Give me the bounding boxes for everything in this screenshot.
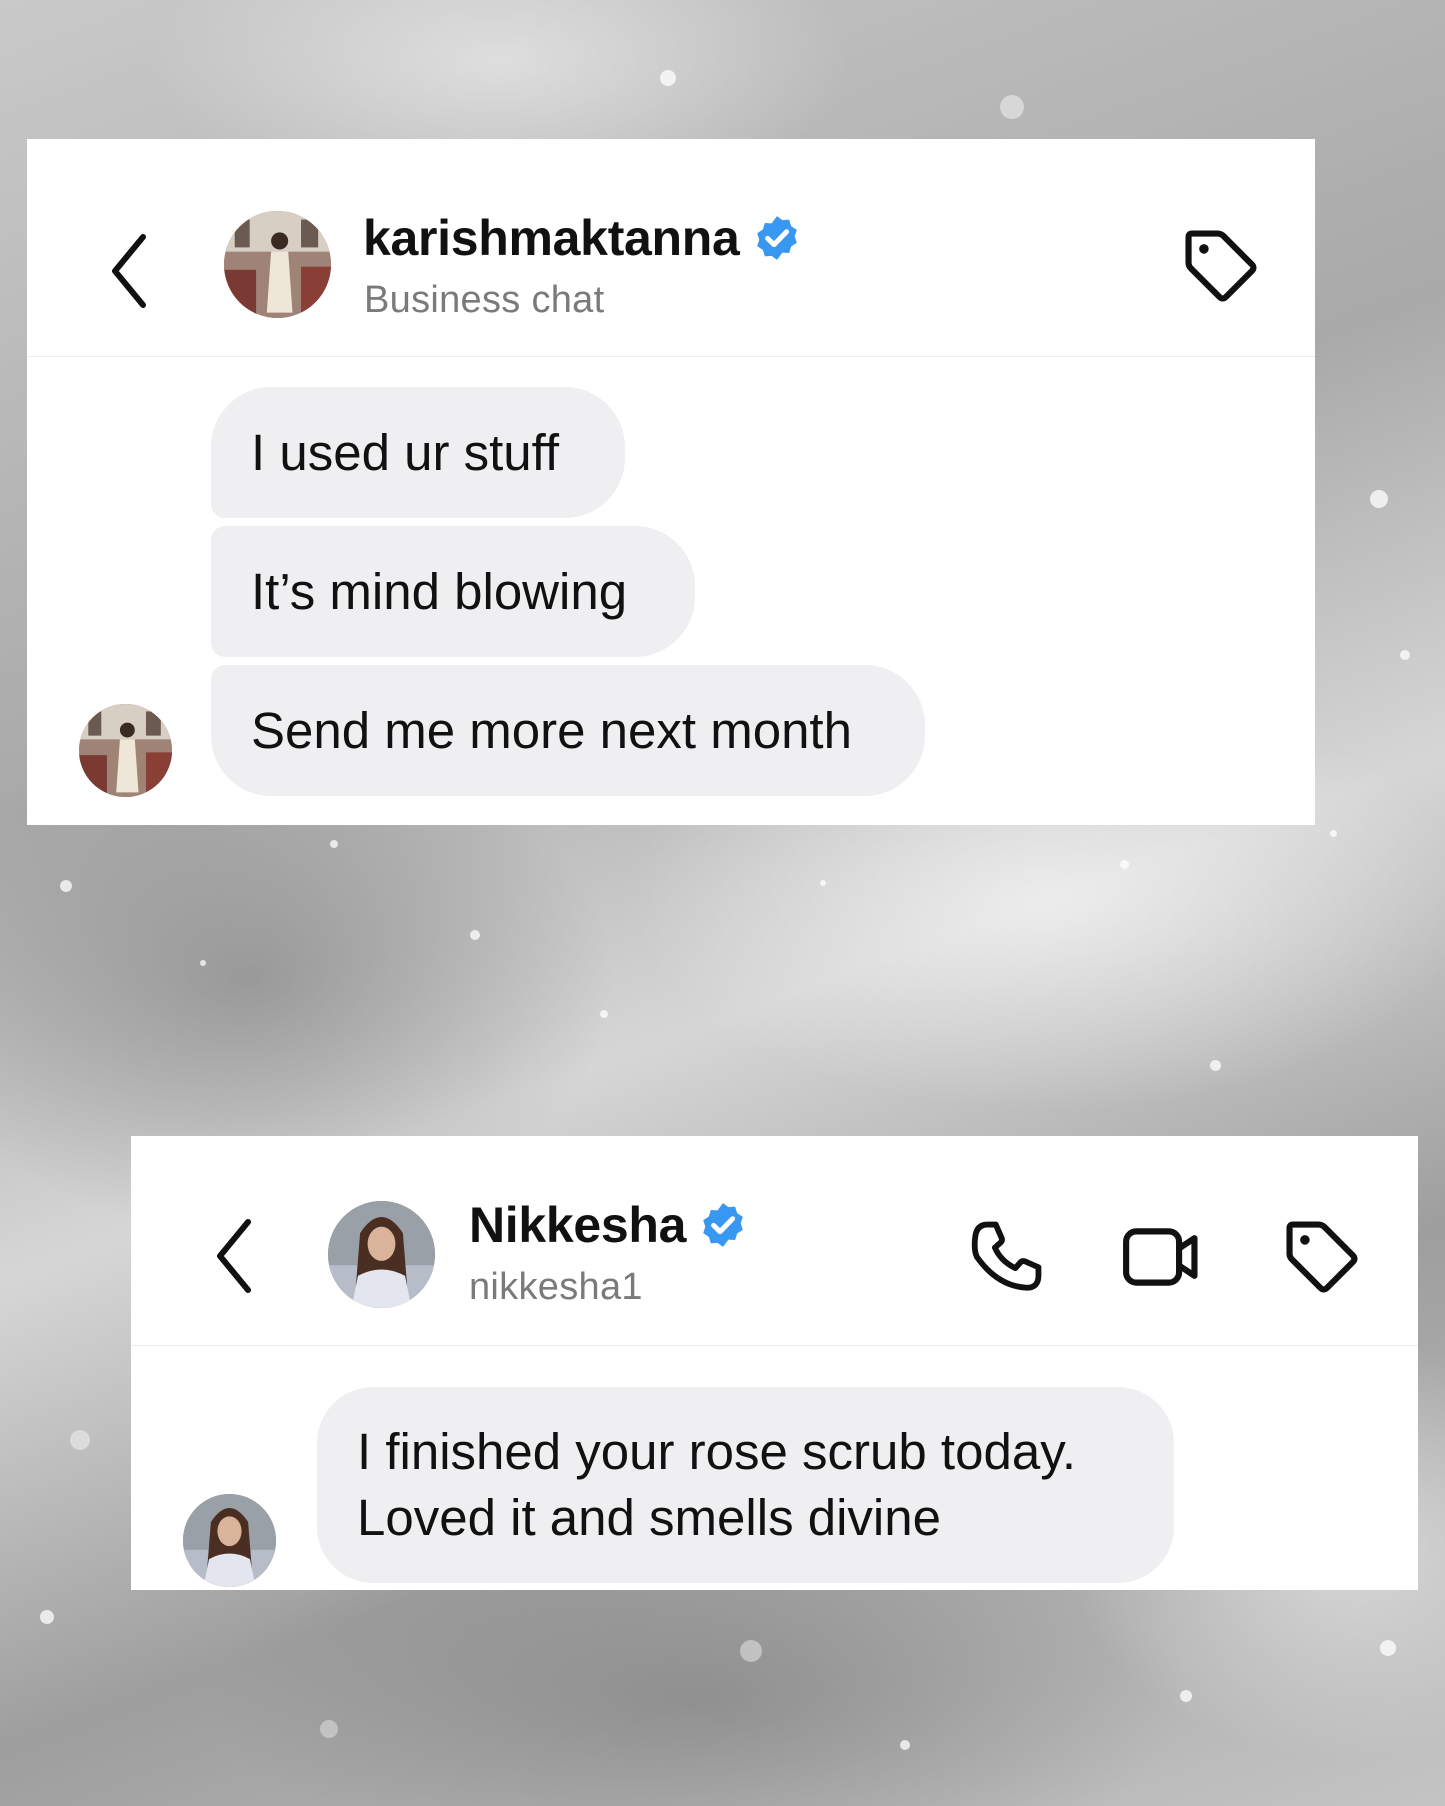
verified-badge-icon <box>703 1203 743 1247</box>
contact-name-row: Nikkesha <box>469 1196 748 1254</box>
message-bubble[interactable]: Send me more next month <box>211 665 925 796</box>
message-bubble[interactable]: It’s mind blowing <box>211 526 695 657</box>
verified-badge-icon <box>756 216 797 260</box>
chat-card-karishmaktanna: karishmaktanna Business chat I used ur s… <box>27 139 1315 825</box>
message-text: I used ur stuff <box>251 424 560 481</box>
message-text: I finished your rose scrub today. Loved … <box>357 1423 1077 1546</box>
contact-name: Nikkesha <box>469 1197 687 1253</box>
message-text: It’s mind blowing <box>251 563 628 620</box>
chat-header: Nikkesha nikkesha1 <box>131 1136 1418 1346</box>
contact-subtitle: nikkesha1 <box>469 1266 643 1308</box>
contact-subtitle: Business chat <box>364 279 605 321</box>
back-chevron-icon[interactable] <box>109 231 149 311</box>
contact-name-row: karishmaktanna <box>363 209 802 267</box>
chat-card-nikkesha: Nikkesha nikkesha1 I finished your rose … <box>131 1136 1418 1590</box>
phone-icon[interactable] <box>965 1216 1047 1298</box>
back-chevron-icon[interactable] <box>214 1216 254 1296</box>
sender-avatar[interactable] <box>183 1494 276 1587</box>
avatar[interactable] <box>328 1201 435 1308</box>
video-camera-icon[interactable] <box>1121 1216 1203 1298</box>
tag-icon[interactable] <box>1180 225 1262 307</box>
message-bubble[interactable]: I finished your rose scrub today. Loved … <box>317 1387 1174 1583</box>
contact-name: karishmaktanna <box>363 210 740 266</box>
chat-header: karishmaktanna Business chat <box>27 139 1315 357</box>
message-text: Send me more next month <box>251 702 852 759</box>
message-bubble[interactable]: I used ur stuff <box>211 387 625 518</box>
tag-icon[interactable] <box>1281 1216 1363 1298</box>
sender-avatar[interactable] <box>79 704 172 797</box>
avatar[interactable] <box>224 211 331 318</box>
